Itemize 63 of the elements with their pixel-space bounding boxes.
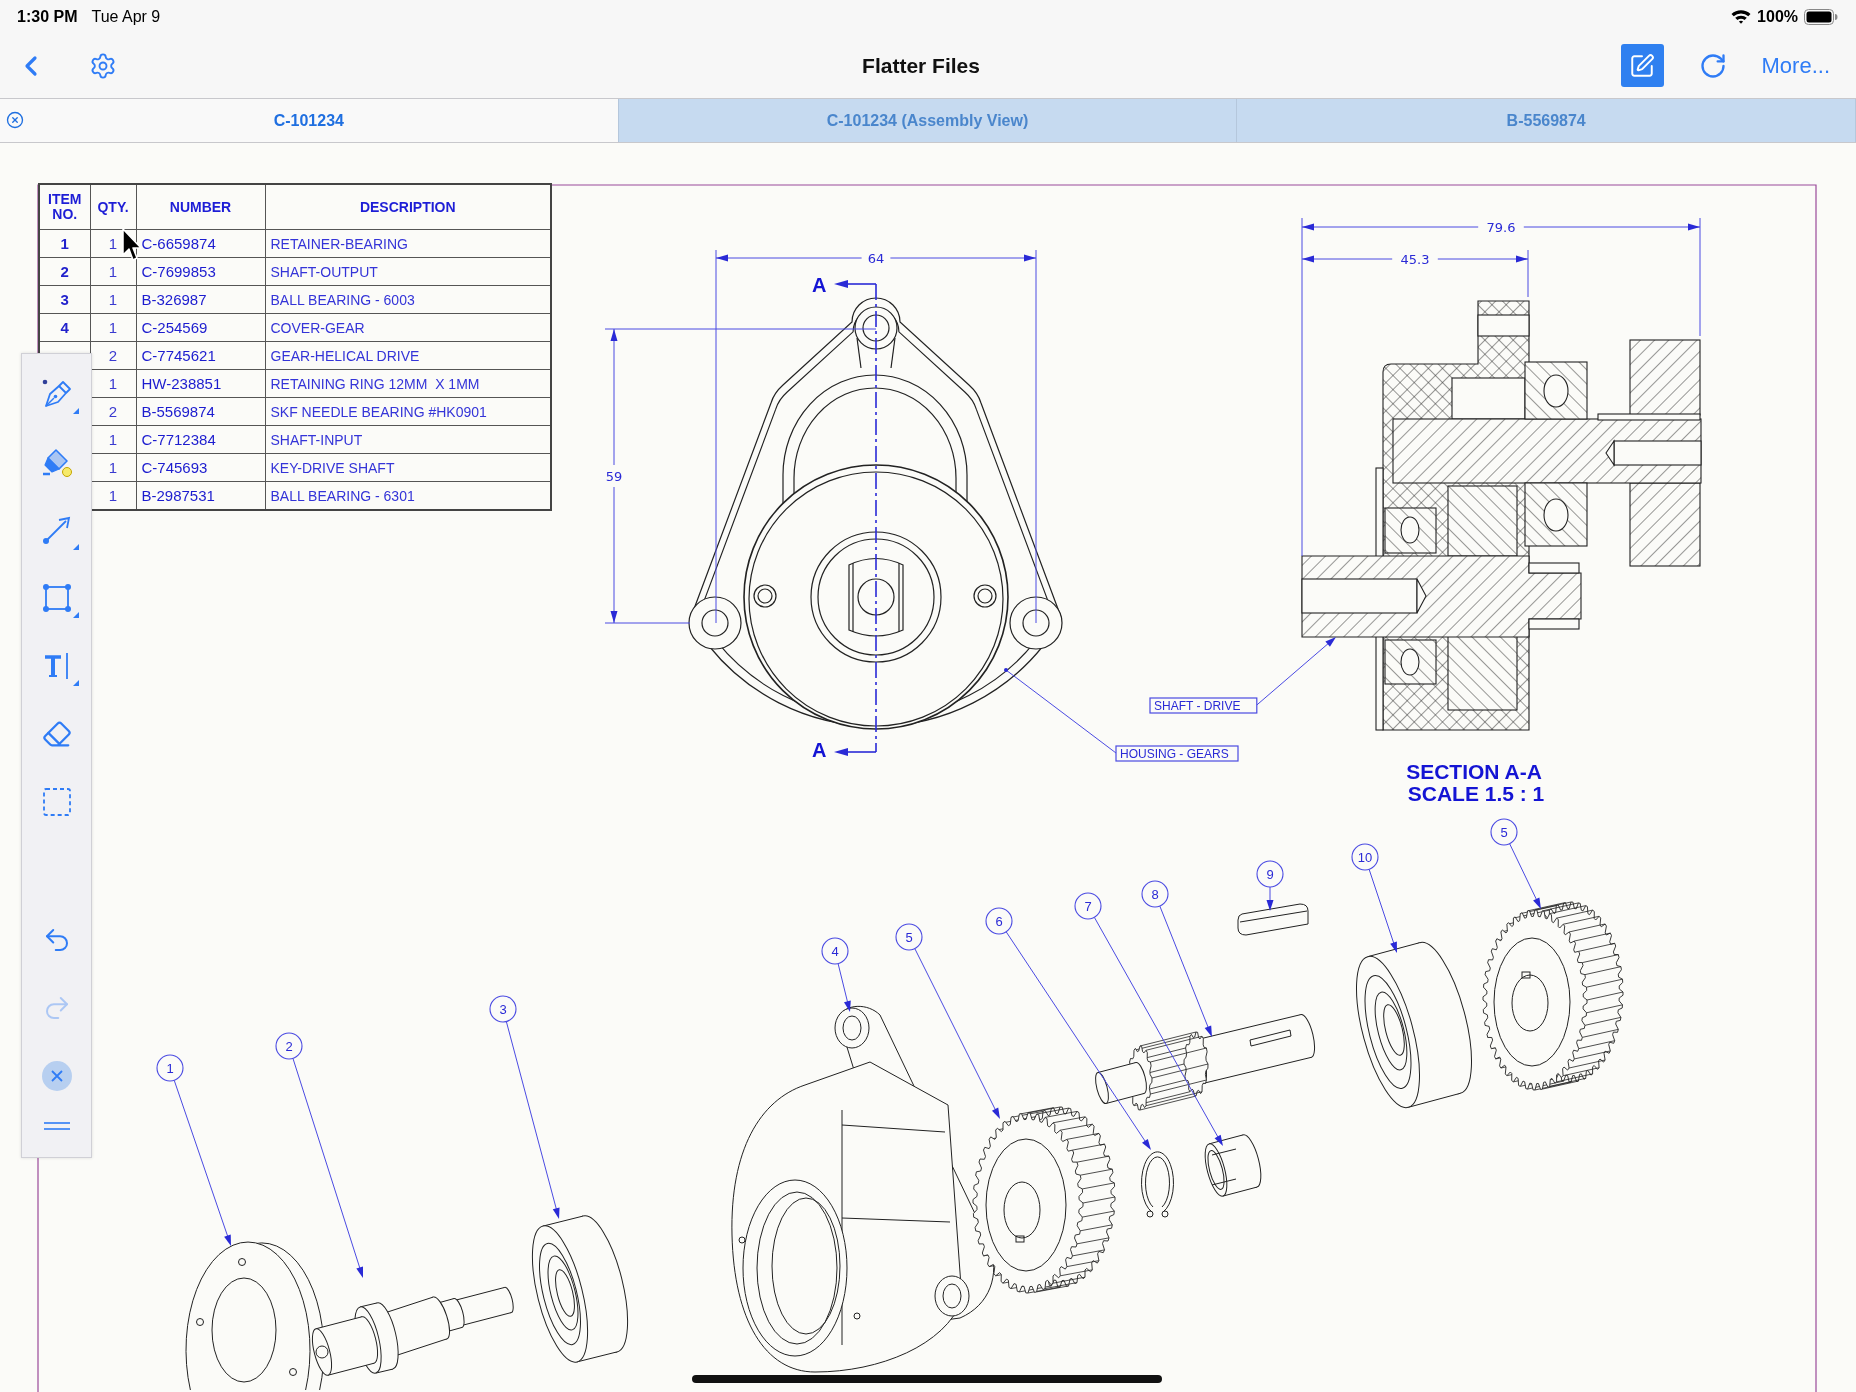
section-title: SECTION A-A [1406,760,1542,783]
callout-balloon: 10 [1351,843,1379,871]
battery-percent: 100% [1757,7,1798,26]
scale-label: SCALE 1.5 : 1 [1407,782,1545,805]
drag-handle-icon[interactable] [43,1122,70,1130]
table-cell: 2 [39,257,90,286]
refresh-icon [1698,51,1727,80]
edit-button[interactable] [1620,44,1664,87]
needle-bearing-drawing [1204,1134,1262,1197]
callout-balloon: 3 [489,995,517,1023]
callout-balloon: 1 [156,1054,184,1082]
table-cell: 4 [39,313,90,342]
callout-balloon: 7 [1074,892,1102,920]
snap-ring-drawing [1141,1151,1174,1218]
callout-balloon: 4 [821,937,849,965]
leader-line [1509,843,1541,909]
table-cell: 3 [39,285,90,314]
callout-balloon: 2 [275,1032,303,1060]
highlighter-icon [41,447,72,477]
callout-label: SHAFT - DRIVE [1149,697,1258,714]
column-header: ITEM NO. [39,184,90,230]
app-title: Flatter Files [862,53,980,78]
document-tab[interactable]: C-101234 (Assembly View) [618,99,1238,142]
column-header: QTY. [90,184,136,230]
table-cell: 1 [39,229,90,258]
leader-line [1266,886,1274,911]
column-header: NUMBER [136,184,265,230]
line-arrow-icon [41,515,72,545]
document-tab[interactable]: B-5569874 [1237,99,1856,142]
close-icon [41,1061,72,1091]
table-cell: B-326987 [136,285,265,314]
mouse-pointer-icon [122,228,144,262]
callout-balloon: 6 [985,907,1013,935]
edit-icon [1629,52,1656,79]
pen-nib-icon [41,379,72,409]
table-cell: HW-238851 [136,369,265,398]
status-date: Tue Apr 9 [91,7,161,26]
callout-label: HOUSING - GEARS [1115,745,1239,762]
table-cell: C-7745621 [136,341,265,370]
callout-balloon: 5 [1490,818,1518,846]
battery-icon [1804,8,1838,25]
table-cell: B-5569874 [136,397,265,426]
table-cell: C-7712384 [136,425,265,454]
leader-line [837,963,851,1012]
wifi-icon [1731,9,1752,24]
close-tab-icon[interactable] [6,111,24,129]
status-time: 1:30 PM [17,7,78,26]
selection-icon [41,787,72,817]
settings-icon [89,51,117,80]
table-cell: C-254569 [136,313,265,342]
dimension: 59 [604,328,877,624]
eraser-icon [41,719,72,749]
callout-balloon: 9 [1256,860,1284,888]
rectangle-icon [41,583,72,613]
callout-balloon: 8 [1141,880,1169,908]
table-cell: 1 [90,285,136,314]
table-cell: 1 [90,313,136,342]
callout-balloon: 5 [895,923,923,951]
more-button[interactable]: More... [1761,52,1830,79]
table-cell: C-7699853 [136,257,265,286]
key-drawing [1237,903,1309,936]
table-cell: C-745693 [136,453,265,482]
dimension: 45.3 [1301,249,1529,298]
